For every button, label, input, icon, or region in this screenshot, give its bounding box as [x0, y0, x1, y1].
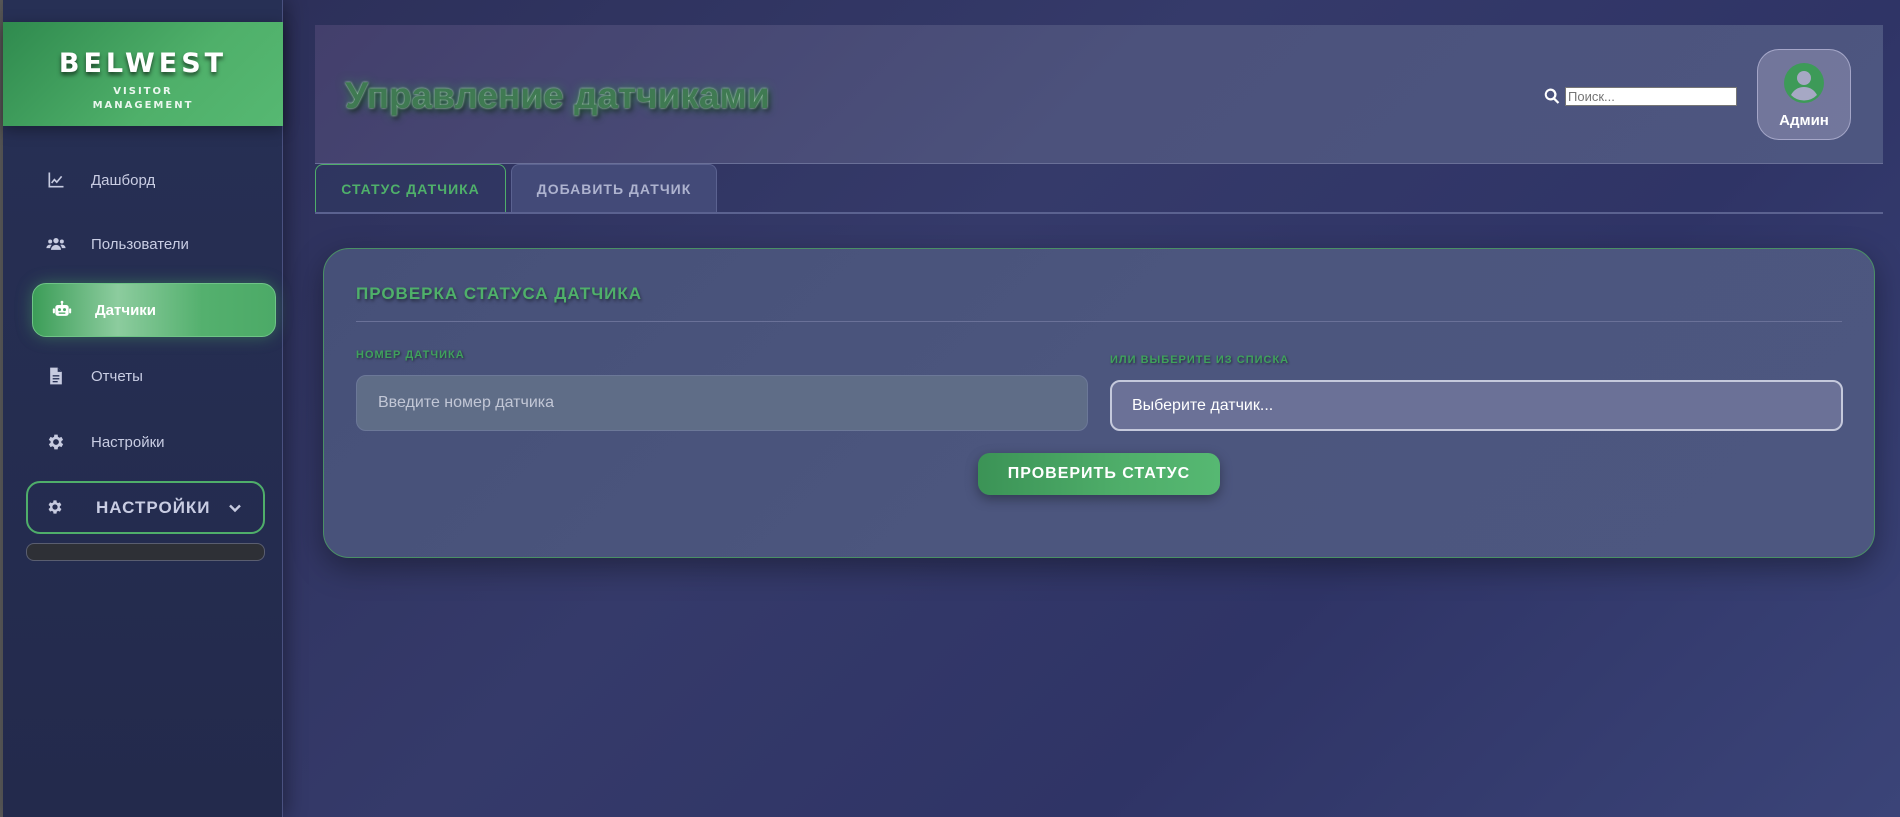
search-icon[interactable] [1543, 87, 1561, 105]
brand-subtitle-line2: MANAGEMENT [92, 100, 194, 111]
user-profile-button[interactable]: Админ [1757, 49, 1851, 140]
page-header: Управление датчиками Админ [315, 25, 1883, 164]
brand-logo[interactable]: BELWEST VISITOR MANAGEMENT [3, 22, 283, 126]
settings-dropdown-label: НАСТРОЙКИ [96, 497, 211, 517]
tabs-divider [315, 212, 1883, 214]
settings-dropdown[interactable]: НАСТРОЙКИ [26, 481, 265, 534]
chart-line-icon [45, 169, 67, 191]
sidebar-item-label: Дашборд [91, 171, 156, 189]
sensor-number-label: НОМЕР ДАТЧИКА [356, 349, 465, 361]
sidebar-item-label: Отчеты [91, 367, 143, 385]
sidebar-item-sensors[interactable]: Датчики [32, 283, 276, 337]
sidebar-item-label: Настройки [91, 433, 165, 451]
sidebar-item-users[interactable]: Пользователи [29, 218, 277, 270]
user-name: Админ [1779, 112, 1829, 129]
brand-subtitle: VISITOR MANAGEMENT [3, 85, 283, 113]
card-title: ПРОВЕРКА СТАТУСА ДАТЧИКА [356, 284, 643, 303]
user-circle-icon [1784, 63, 1824, 103]
sidebar: BELWEST VISITOR MANAGEMENT Дашборд Польз… [3, 0, 283, 817]
robot-icon [51, 299, 73, 321]
brand-title: BELWEST [58, 48, 228, 79]
sensor-number-input[interactable] [356, 375, 1088, 431]
check-status-button[interactable]: ПРОВЕРИТЬ СТАТУС [978, 453, 1220, 495]
sidebar-item-dashboard[interactable]: Дашборд [29, 154, 277, 206]
gear-icon [46, 498, 66, 518]
sensor-select-value: Выберите датчик... [1132, 396, 1274, 414]
card-divider [356, 321, 1842, 322]
sensor-select[interactable]: Выберите датчик... [1110, 380, 1843, 431]
sensor-status-card: ПРОВЕРКА СТАТУСА ДАТЧИКА НОМЕР ДАТЧИКА И… [323, 248, 1875, 558]
tab-add-sensor[interactable]: ДОБАВИТЬ ДАТЧИК [511, 164, 717, 212]
search-input[interactable] [1565, 87, 1737, 106]
sidebar-item-reports[interactable]: Отчеты [29, 350, 277, 402]
sidebar-item-label: Пользователи [91, 235, 189, 253]
file-icon [45, 365, 67, 387]
settings-dropdown-panel[interactable] [26, 543, 265, 561]
tab-sensor-status[interactable]: СТАТУС ДАТЧИКА [315, 164, 506, 212]
page-title: Управление датчиками [345, 75, 770, 116]
chevron-down-icon [227, 500, 243, 516]
sensor-select-label: ИЛИ ВЫБЕРИТЕ ИЗ СПИСКА [1110, 354, 1290, 366]
sidebar-item-settings[interactable]: Настройки [29, 416, 277, 468]
gear-icon [45, 431, 67, 453]
brand-subtitle-line1: VISITOR [113, 86, 173, 97]
sidebar-item-label: Датчики [95, 301, 157, 319]
users-icon [45, 233, 67, 255]
